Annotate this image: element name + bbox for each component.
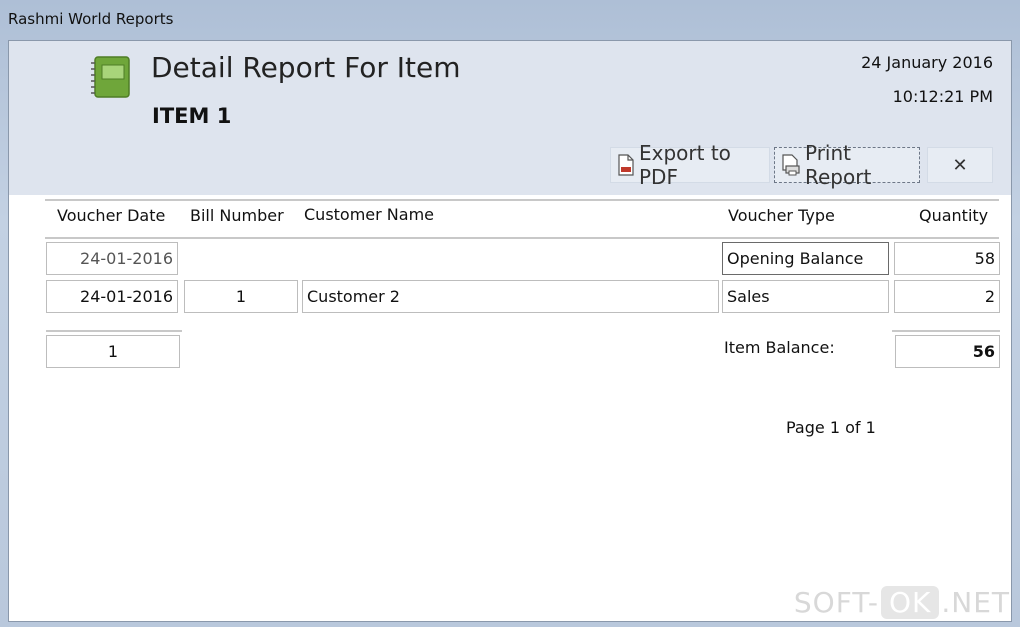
row2-voucher-date: 24-01-2016 [46,280,178,313]
row2-customer-name: Customer 2 [302,280,719,313]
row2-voucher-type: Sales [722,280,889,313]
item-name: ITEM 1 [152,104,232,128]
row2-bill-number: 1 [184,280,298,313]
row1-voucher-date: 24-01-2016 [46,242,178,275]
row1-quantity: 58 [894,242,1000,275]
window-title: Rashmi World Reports [8,10,174,28]
report-date: 24 January 2016 [861,53,993,72]
record-count: 1 [46,335,180,368]
count-divider [46,330,182,332]
close-icon: ✕ [952,154,968,176]
item-balance-label: Item Balance: [724,338,835,357]
row2-quantity: 2 [894,280,1000,313]
report-header: Detail Report For Item ITEM 1 24 January… [9,41,1011,195]
close-button[interactable]: ✕ [927,147,993,183]
columns-divider [45,237,999,239]
col-voucher-type: Voucher Type [728,206,835,225]
print-report-button[interactable]: Print Report [774,141,920,189]
watermark-ok: OK [880,586,940,619]
header-divider [45,199,999,201]
item-balance-value: 56 [895,335,1000,368]
print-preview-icon [782,154,800,176]
row1-voucher-type: Opening Balance [722,242,889,275]
col-bill-number: Bill Number [190,206,284,225]
balance-divider [892,330,1000,332]
watermark-right: .NET [941,586,1010,619]
page-indicator: Page 1 of 1 [786,418,876,437]
report-time: 10:12:21 PM [892,87,993,106]
export-pdf-button[interactable]: Export to PDF [610,141,770,189]
report-book-icon [91,56,130,98]
print-report-label: Print Report [805,141,872,189]
col-quantity: Quantity [919,206,989,225]
col-customer-name: Customer Name [304,205,435,224]
watermark: SOFT- OK .NET [794,586,1010,619]
report-title: Detail Report For Item [151,51,461,84]
report-frame: Detail Report For Item ITEM 1 24 January… [8,40,1012,622]
pdf-document-icon [618,154,634,176]
col-voucher-date: Voucher Date [57,206,166,225]
watermark-left: SOFT- [793,586,879,619]
export-pdf-label: Export to PDF [639,141,731,189]
